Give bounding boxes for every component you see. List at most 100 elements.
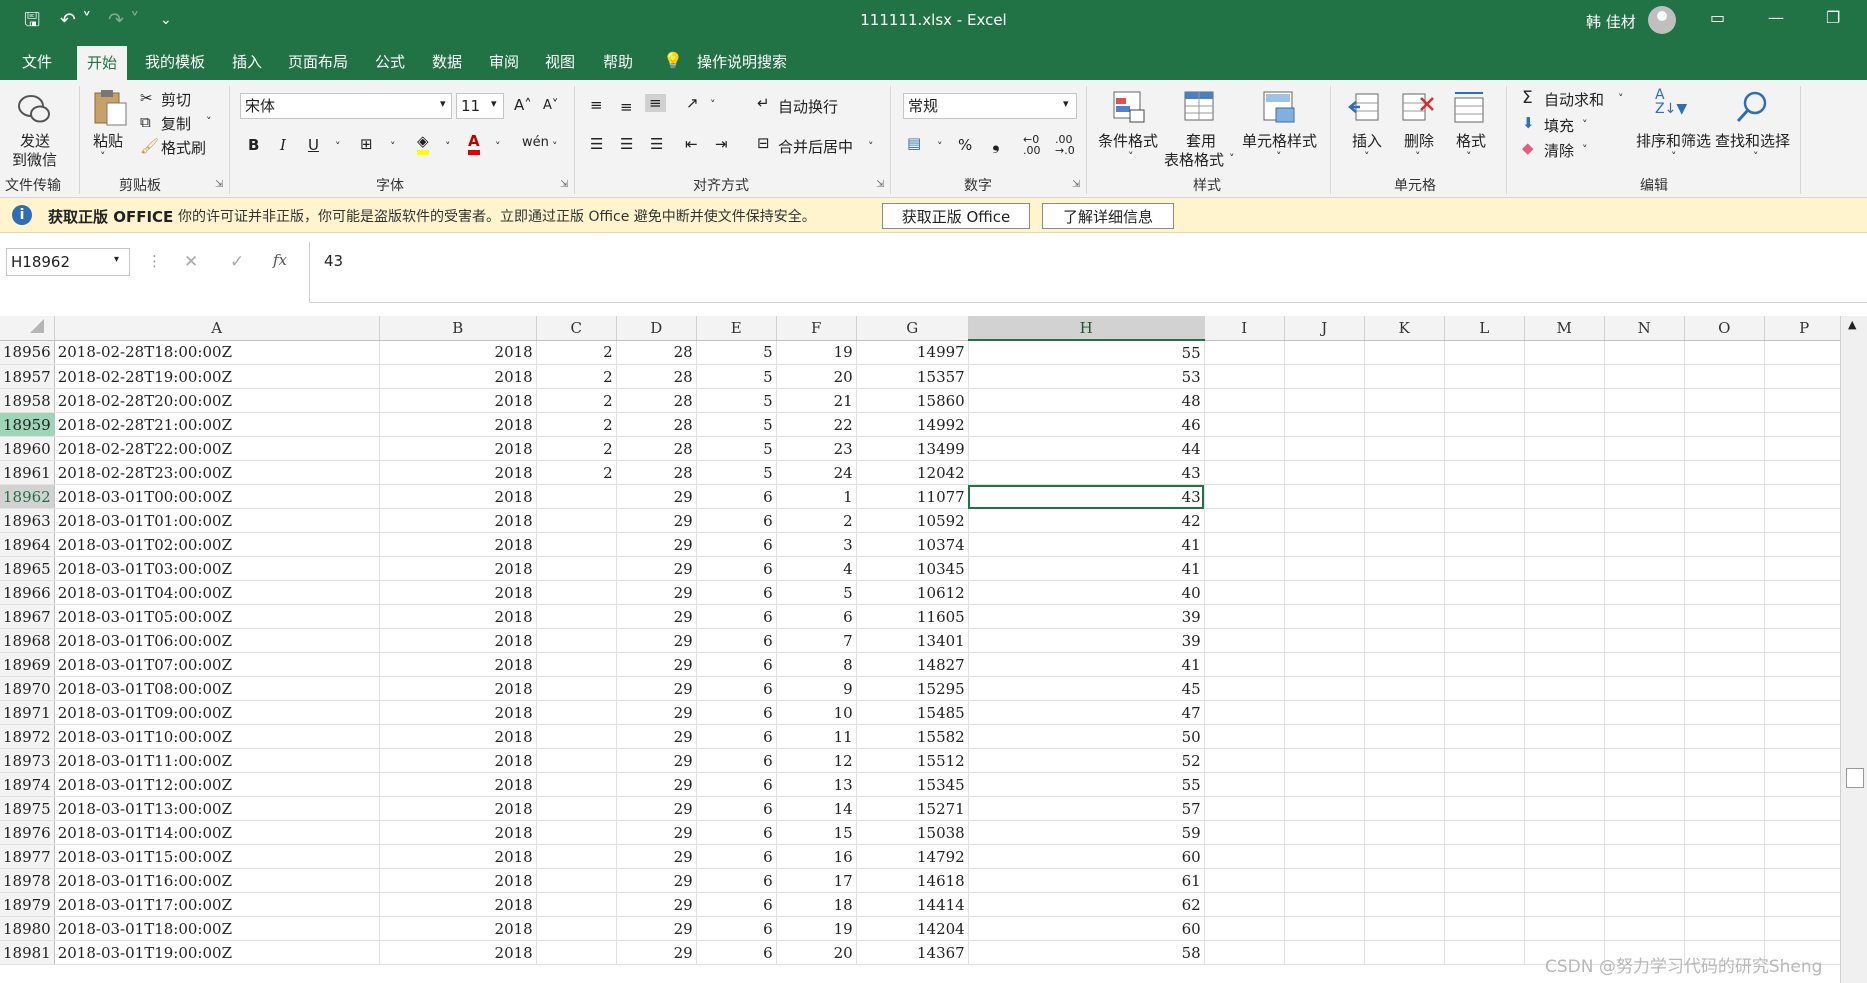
cell-empty[interactable] [1284,508,1365,533]
align-right-icon[interactable]: ☰ [650,135,663,153]
cell-empty[interactable] [1764,412,1845,437]
column-header-e[interactable]: E [696,316,777,341]
row-header[interactable]: 18977 [0,844,55,869]
cell-empty[interactable] [1364,868,1445,893]
currency-icon[interactable]: ▤ [907,134,921,152]
cell-d[interactable]: 29 [616,604,697,629]
cell-b[interactable]: 2018 [379,364,537,389]
number-launcher-icon[interactable]: ⇲ [1072,179,1080,190]
cell-empty[interactable] [1364,436,1445,461]
cell-empty[interactable] [1284,604,1365,629]
cell-h[interactable]: 41 [968,556,1205,581]
cell-a[interactable]: 2018-03-01T00:00:00Z [54,484,380,509]
cell-d[interactable]: 29 [616,940,697,965]
cell-empty[interactable] [1284,892,1365,917]
cell-empty[interactable] [1684,868,1765,893]
cell-a[interactable]: 2018-03-01T03:00:00Z [54,556,380,581]
align-center-icon[interactable]: ☰ [620,135,633,153]
cell-g[interactable]: 15357 [856,364,969,389]
cell-empty[interactable] [1444,892,1525,917]
cell-c[interactable] [536,916,617,941]
cell-e[interactable]: 6 [696,628,777,653]
cell-empty[interactable] [1284,868,1365,893]
cell-empty[interactable] [1284,724,1365,749]
cell-f[interactable]: 21 [776,388,857,413]
cell-c[interactable] [536,772,617,797]
cell-a[interactable]: 2018-03-01T09:00:00Z [54,700,380,725]
row-header[interactable]: 18975 [0,796,55,821]
cell-c[interactable] [536,820,617,845]
cell-h[interactable]: 62 [968,892,1205,917]
row-header[interactable]: 18981 [0,940,55,965]
cell-e[interactable]: 6 [696,556,777,581]
border-icon[interactable]: ⊞ [360,135,373,153]
cell-empty[interactable] [1764,700,1845,725]
cell-styles-button[interactable]: 单元格样式 [1242,130,1317,151]
cell-d[interactable]: 29 [616,532,697,557]
cell-f[interactable]: 20 [776,364,857,389]
row-header[interactable]: 18972 [0,724,55,749]
insert-dropdown-icon[interactable]: ˅ [1364,150,1370,163]
cell-empty[interactable] [1764,676,1845,701]
cell-empty[interactable] [1284,340,1365,365]
cell-d[interactable]: 29 [616,844,697,869]
cell-c[interactable] [536,628,617,653]
name-box[interactable]: H18962 [6,248,130,276]
cell-c[interactable]: 2 [536,340,617,365]
column-header-j[interactable]: J [1284,316,1365,341]
cell-h[interactable]: 40 [968,580,1205,605]
cell-h[interactable]: 57 [968,796,1205,821]
cell-c[interactable] [536,604,617,629]
cell-d[interactable]: 28 [616,340,697,365]
cell-empty[interactable] [1524,868,1605,893]
cell-b[interactable]: 2018 [379,436,537,461]
cell-e[interactable]: 6 [696,748,777,773]
cell-f[interactable]: 1 [776,484,857,509]
cell-empty[interactable] [1204,796,1285,821]
cell-h[interactable]: 55 [968,340,1205,365]
cell-f[interactable]: 11 [776,724,857,749]
cell-g[interactable]: 14204 [856,916,969,941]
cell-h[interactable]: 43 [968,484,1205,509]
row-header[interactable]: 18968 [0,628,55,653]
cell-d[interactable]: 29 [616,508,697,533]
column-header-c[interactable]: C [536,316,617,341]
cell-empty[interactable] [1604,556,1685,581]
cell-empty[interactable] [1444,340,1525,365]
cell-empty[interactable] [1764,532,1845,557]
cell-empty[interactable] [1684,340,1765,365]
comma-button[interactable]: ❟ [992,130,1000,154]
column-header-m[interactable]: M [1524,316,1605,341]
cell-empty[interactable] [1524,628,1605,653]
increase-indent-icon[interactable]: ⇥ [715,135,728,153]
cell-empty[interactable] [1684,460,1765,485]
cell-empty[interactable] [1684,532,1765,557]
cell-b[interactable]: 2018 [379,556,537,581]
cell-empty[interactable] [1524,700,1605,725]
cut-button[interactable]: 剪切 [161,89,191,110]
cell-f[interactable]: 9 [776,676,857,701]
cell-g[interactable]: 15271 [856,796,969,821]
cell-empty[interactable] [1524,364,1605,389]
cell-empty[interactable] [1284,364,1365,389]
cell-d[interactable]: 29 [616,556,697,581]
ribbon-display-icon[interactable]: ▭ [1710,8,1725,27]
tab-file[interactable]: 文件 [22,51,52,72]
cell-b[interactable]: 2018 [379,724,537,749]
cell-d[interactable]: 29 [616,892,697,917]
row-header[interactable]: 18960 [0,436,55,461]
cell-f[interactable]: 19 [776,916,857,941]
cell-empty[interactable] [1604,724,1685,749]
cell-empty[interactable] [1444,676,1525,701]
cell-c[interactable] [536,892,617,917]
cell-a[interactable]: 2018-03-01T01:00:00Z [54,508,380,533]
cell-empty[interactable] [1604,892,1685,917]
column-header-k[interactable]: K [1364,316,1445,341]
cell-empty[interactable] [1444,724,1525,749]
cell-a[interactable]: 2018-02-28T18:00:00Z [54,340,380,365]
cell-empty[interactable] [1684,820,1765,845]
cell-a[interactable]: 2018-03-01T07:00:00Z [54,652,380,677]
cell-empty[interactable] [1684,676,1765,701]
merge-dropdown-icon[interactable]: ˅ [868,140,874,153]
cell-empty[interactable] [1364,412,1445,437]
